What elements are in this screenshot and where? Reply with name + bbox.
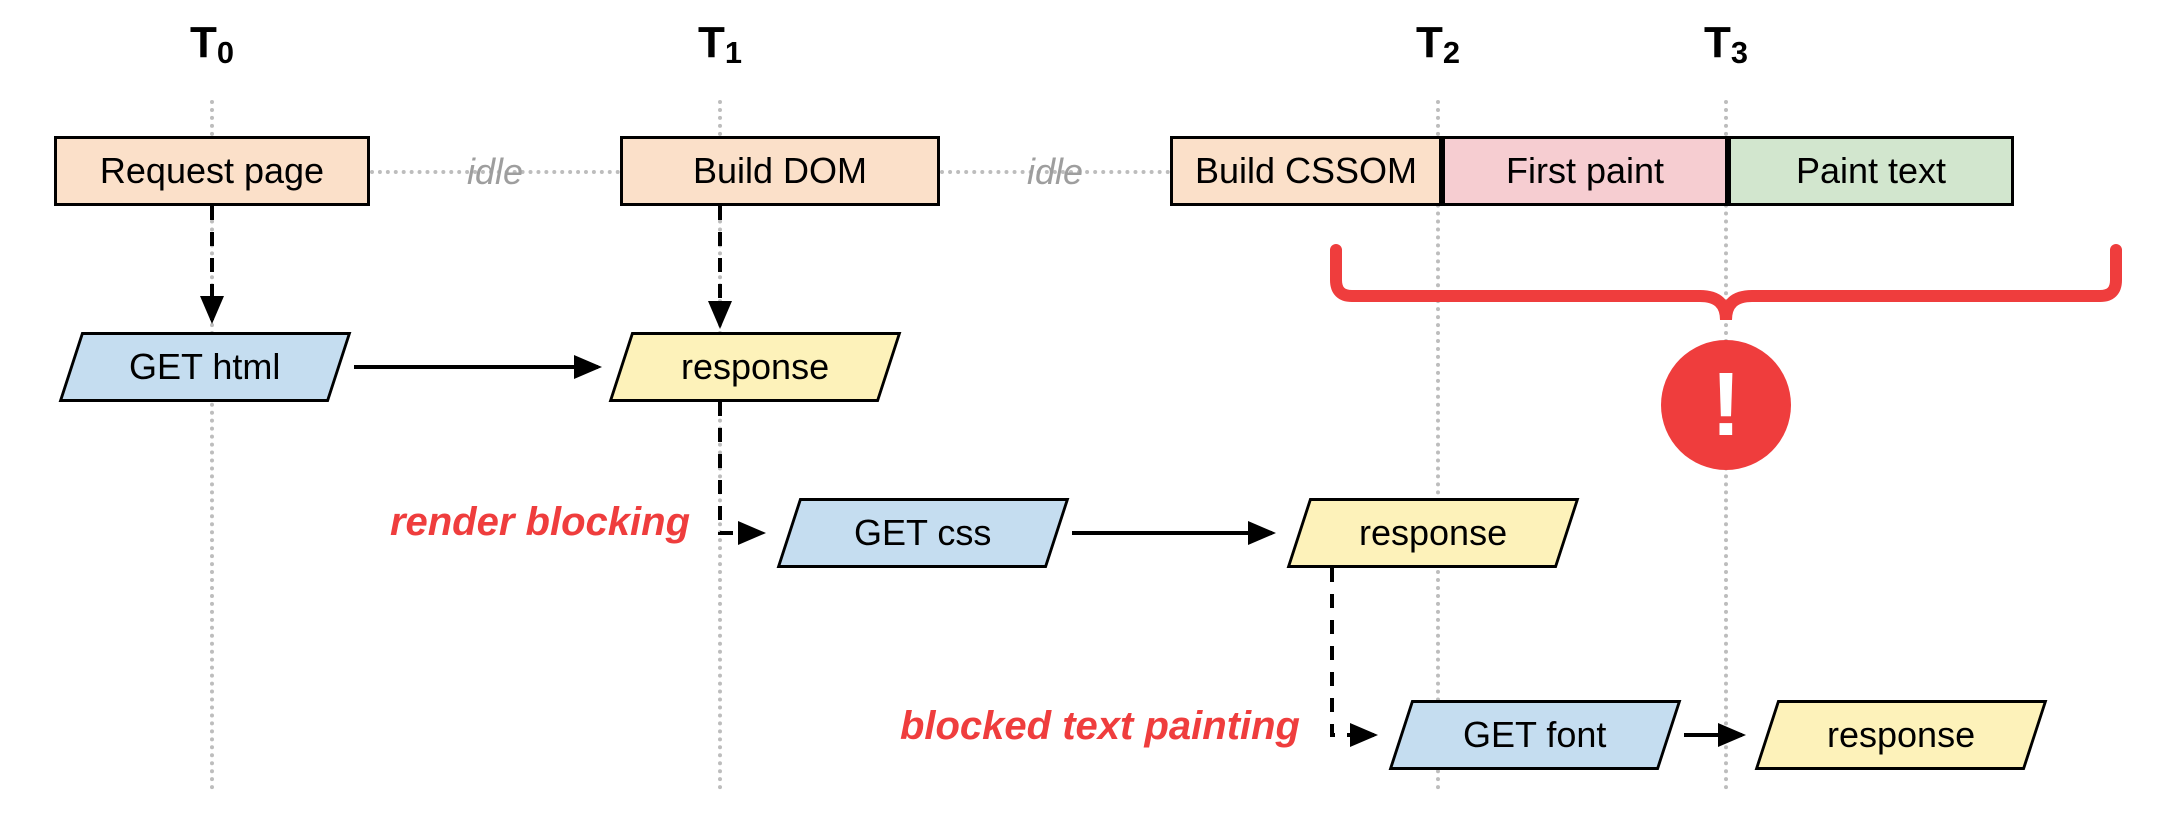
box-paint-text-label: Paint text [1796,150,1946,192]
time-label-t0-sub: 0 [217,35,234,70]
box-build-cssom-label: Build CSSOM [1195,150,1417,192]
time-label-t1: T1 [698,18,742,68]
annotation-render-blocking: render blocking [320,500,690,545]
time-label-t2: T2 [1416,18,1460,68]
annotation-blocked-text-painting: blocked text painting [760,704,1300,749]
box-get-css-label: GET css [854,512,991,554]
warning-glyph: ! [1711,354,1741,457]
box-request-page: Request page [54,136,370,206]
box-get-html-label: GET html [129,346,280,388]
box-first-paint: First paint [1442,136,1728,206]
time-label-t3: T3 [1704,18,1748,68]
idle-label-1: idle [467,151,523,193]
box-request-page-label: Request page [100,150,324,192]
time-label-t1-letter: T [698,18,725,67]
box-build-cssom: Build CSSOM [1170,136,1442,206]
box-response-font-label: response [1827,714,1975,756]
time-label-t1-sub: 1 [725,35,742,70]
box-first-paint-label: First paint [1506,150,1664,192]
time-label-t3-sub: 3 [1731,35,1748,70]
box-paint-text: Paint text [1728,136,2014,206]
box-get-html: GET html [59,332,352,402]
box-response-font: response [1755,700,2048,770]
time-label-t2-sub: 2 [1443,35,1460,70]
box-get-font: GET font [1389,700,1682,770]
box-response-css: response [1287,498,1580,568]
box-get-css: GET css [777,498,1070,568]
time-label-t2-letter: T [1416,18,1443,67]
box-get-font-label: GET font [1463,714,1606,756]
time-label-t0-letter: T [190,18,217,67]
time-label-t3-letter: T [1704,18,1731,67]
idle-label-2: idle [1027,151,1083,193]
box-build-dom-label: Build DOM [693,150,867,192]
arrow-responsehtml-to-getcss [720,402,762,533]
warning-icon: ! [1661,340,1791,470]
box-response-css-label: response [1359,512,1507,554]
arrow-responsecss-to-getfont [1332,568,1374,735]
box-build-dom: Build DOM [620,136,940,206]
box-response-html-label: response [681,346,829,388]
box-response-html: response [609,332,902,402]
time-label-t0: T0 [190,18,234,68]
timeline-diagram: T0 T1 T2 T3 Request page idle Build DOM … [0,0,2177,824]
